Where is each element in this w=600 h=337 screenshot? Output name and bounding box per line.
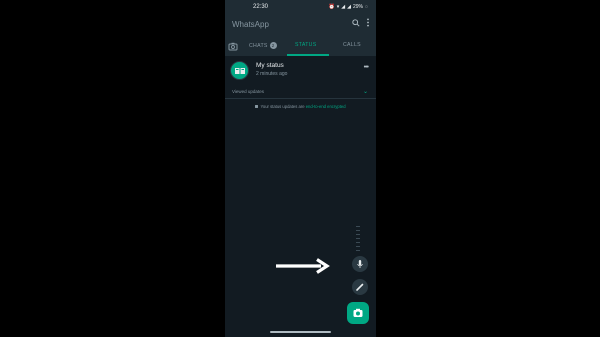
- app-header: 22:30 ⏰ ▾ ◢ ◢ 29% ◌ WhatsApp CHATS 2 STA…: [225, 0, 376, 56]
- battery-text: 29%: [353, 4, 364, 10]
- alarm-icon: ⏰: [328, 4, 335, 10]
- slide-dash: [356, 238, 360, 239]
- my-status-row[interactable]: My status 2 minutes ago •••: [225, 58, 376, 82]
- slide-dash: [356, 230, 360, 231]
- slide-dash: [356, 242, 360, 243]
- recording-slide-indicator: [356, 226, 360, 256]
- gesture-nav-bar: [270, 331, 331, 333]
- encryption-notice: Your status updates are end-to-end encry…: [225, 104, 376, 109]
- signal-icon: ◢: [341, 4, 346, 10]
- tab-status[interactable]: STATUS: [295, 42, 317, 48]
- wifi-icon: ▾: [336, 4, 340, 10]
- slide-dash: [356, 226, 360, 227]
- my-status-name: My status: [256, 62, 284, 69]
- arrow-right-icon: [276, 258, 330, 274]
- active-tab-indicator: [287, 54, 329, 56]
- status-icons: ⏰ ▾ ◢ ◢ 29% ◌: [329, 3, 368, 11]
- slide-dash: [356, 246, 360, 247]
- tab-chats[interactable]: CHATS 2: [249, 42, 277, 49]
- app-title: WhatsApp: [232, 20, 269, 29]
- slide-dash: [356, 250, 360, 251]
- lock-icon: [255, 105, 259, 109]
- top-actions: [352, 18, 370, 27]
- battery-icon: ◌: [365, 4, 368, 10]
- status-bar: 22:30 ⏰ ▾ ◢ ◢ 29% ◌: [225, 0, 376, 14]
- camera-icon: [353, 308, 363, 317]
- signal-icon-2: ◢: [347, 4, 351, 10]
- my-status-time: 2 minutes ago: [256, 71, 288, 77]
- pencil-icon: [356, 283, 364, 291]
- text-status-button[interactable]: [352, 279, 368, 295]
- camera-icon[interactable]: [228, 41, 238, 51]
- encryption-text: Your status updates are: [260, 104, 306, 109]
- tab-calls[interactable]: CALLS: [343, 42, 361, 48]
- slide-dash: [356, 234, 360, 235]
- encryption-link[interactable]: end-to-end encrypted: [306, 104, 346, 109]
- tab-chats-label: CHATS: [249, 42, 268, 49]
- chevron-down-icon: ⌄: [362, 89, 368, 95]
- viewed-updates-label: Viewed updates: [232, 89, 264, 94]
- status-time: 22:30: [253, 4, 269, 10]
- phone-screen: 22:30 ⏰ ▾ ◢ ◢ 29% ◌ WhatsApp CHATS 2 STA…: [225, 0, 376, 337]
- search-icon[interactable]: [352, 18, 360, 27]
- viewed-updates-row[interactable]: Viewed updates ⌄: [225, 86, 376, 99]
- more-vert-icon[interactable]: [366, 18, 370, 27]
- camera-status-button[interactable]: [347, 302, 369, 324]
- mic-icon: [357, 260, 363, 268]
- avatar: [230, 61, 249, 80]
- voice-status-button[interactable]: [352, 256, 368, 272]
- chats-unread-badge: 2: [269, 42, 277, 49]
- status-avatar-icon: [235, 68, 245, 74]
- more-horiz-icon[interactable]: •••: [364, 64, 369, 71]
